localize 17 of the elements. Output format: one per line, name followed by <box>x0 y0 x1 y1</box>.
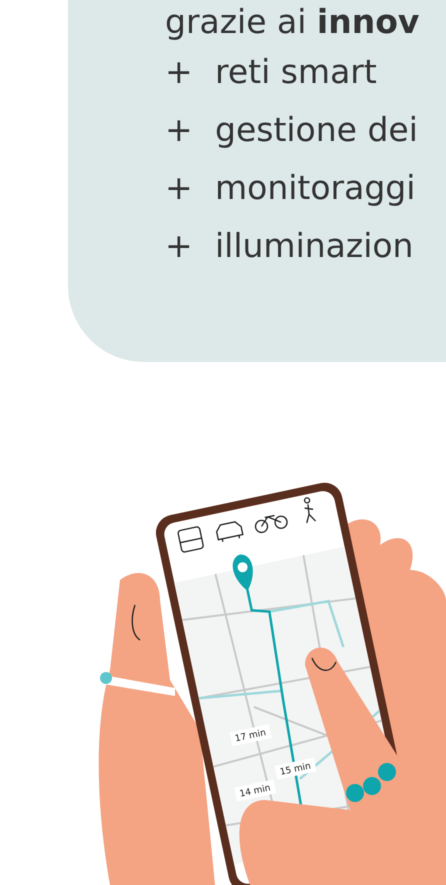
panel-heading: grazie ai innov <box>165 2 420 42</box>
map-pin-icon <box>232 554 253 591</box>
bus-icon <box>176 526 204 554</box>
car-icon <box>216 521 244 542</box>
plus-bullet: + <box>165 110 194 148</box>
list-item-text: gestione dei <box>215 110 418 148</box>
route-time-label: 15 min <box>279 762 312 778</box>
list-item-text: monitoraggi <box>215 168 416 206</box>
pedestrian-icon <box>304 497 316 524</box>
list-item-text: illuminazion <box>215 226 414 264</box>
plus-bullet: + <box>165 168 194 206</box>
list-item-text: reti smart <box>215 52 377 90</box>
route-time-label: 14 min <box>238 783 272 800</box>
plus-bullet: + <box>165 226 194 264</box>
bicycle-icon <box>254 514 288 534</box>
route-time-label: 17 min <box>234 728 267 744</box>
plus-bullet: + <box>165 52 194 90</box>
